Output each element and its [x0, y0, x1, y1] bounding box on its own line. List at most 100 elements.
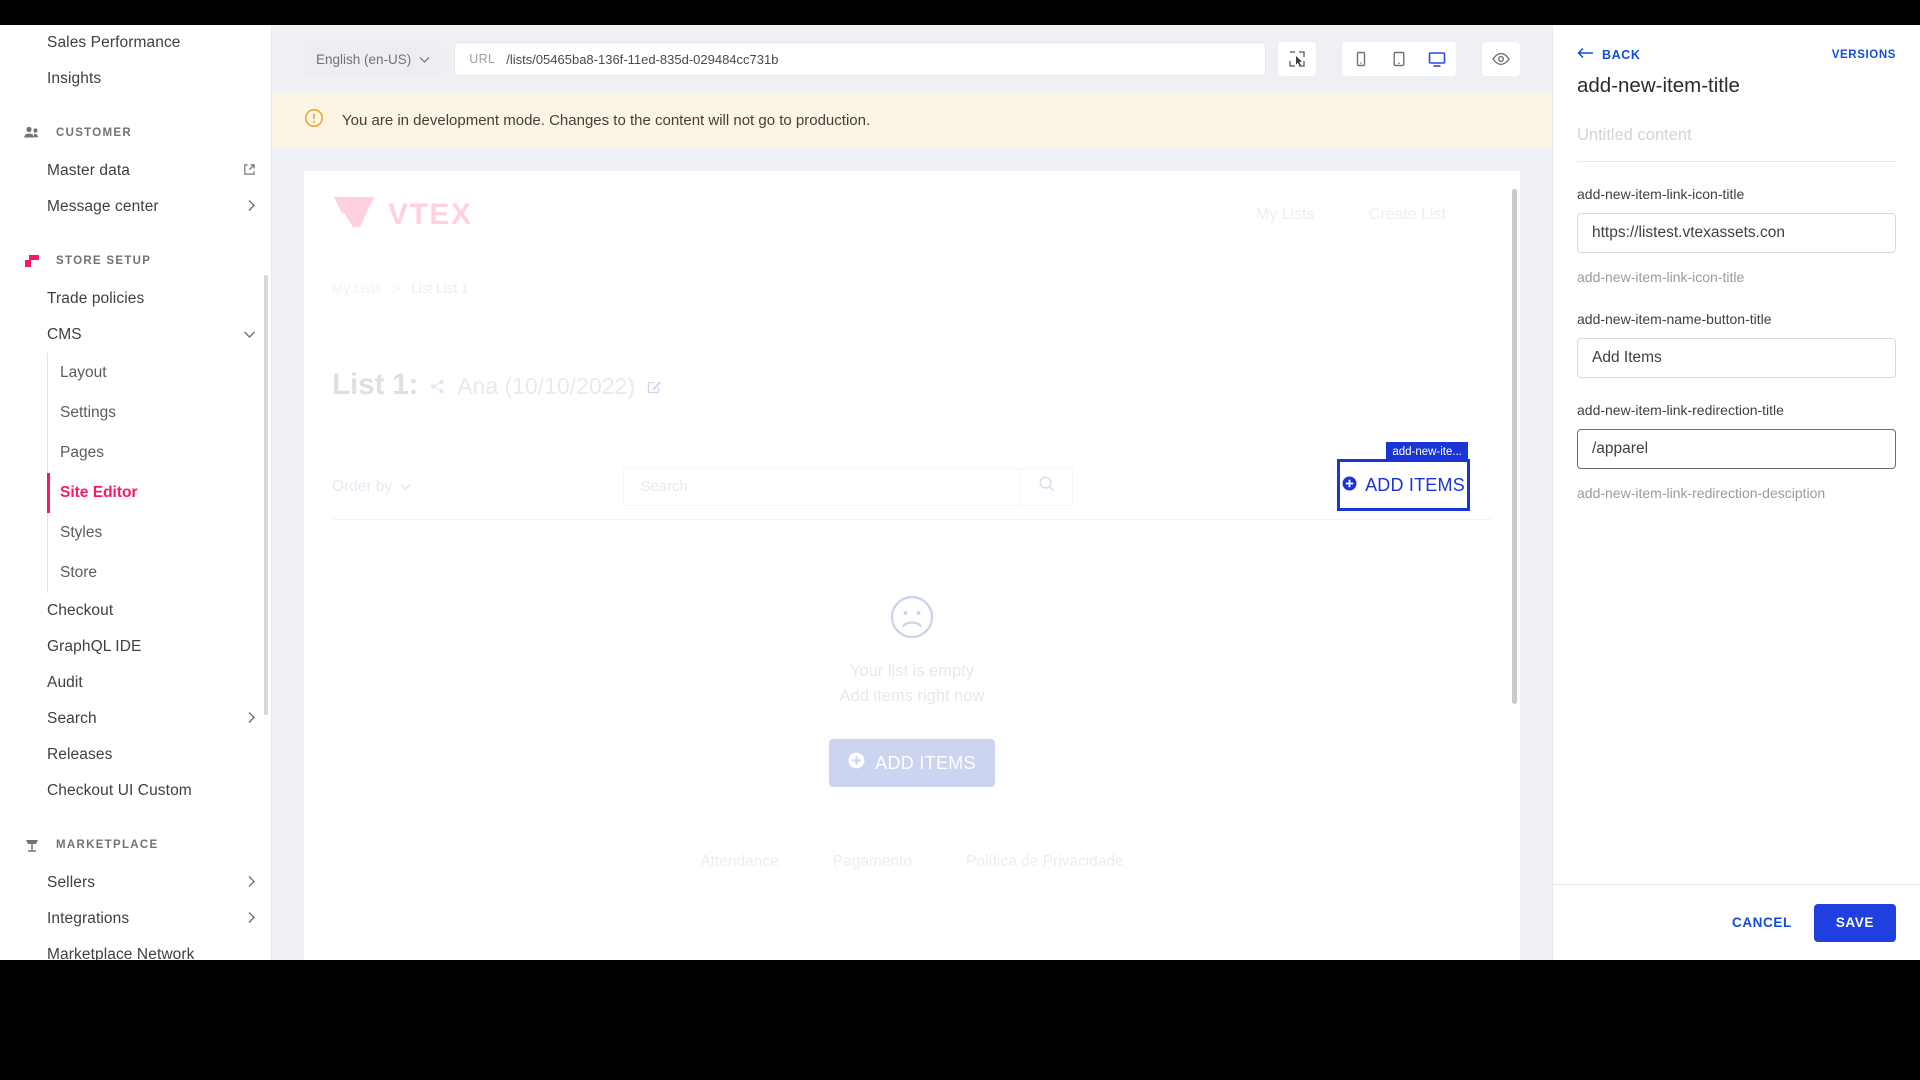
sidebar-item-label: Marketplace Network: [47, 946, 195, 960]
edit-pencil-icon[interactable]: [647, 379, 662, 399]
site-editor-canvas: English (en-US) URL /lists/05465ba8-136f…: [272, 25, 1552, 960]
desktop-icon[interactable]: [1418, 42, 1456, 76]
sidebar-item-cms[interactable]: CMS: [0, 317, 272, 353]
sidebar-subitem-label: Pages: [60, 444, 104, 461]
storefront-preview-wrapper: VTEX My Lists Create List My Lists > Lis…: [272, 147, 1552, 960]
sidebar-item-styles[interactable]: Styles: [0, 513, 272, 553]
sidebar-item-audit[interactable]: Audit: [0, 665, 272, 701]
content-name-placeholder[interactable]: Untitled content: [1577, 126, 1896, 162]
sidebar-item-label: Insights: [47, 70, 102, 87]
storefront-preview[interactable]: VTEX My Lists Create List My Lists > Lis…: [304, 171, 1520, 960]
sidebar-item-label: Search: [47, 710, 97, 727]
highlight-tag-label: add-new-ite...: [1386, 442, 1468, 462]
sidebar-item-pages[interactable]: Pages: [0, 433, 272, 473]
sidebar-item-label: Message center: [47, 198, 159, 215]
sidebar-item-sales-performance[interactable]: Sales Performance: [0, 25, 272, 61]
admin-sidebar[interactable]: Sales Performance Insights CUSTOMER Mast…: [0, 25, 272, 960]
sidebar-section-label: CUSTOMER: [56, 127, 132, 139]
field-link-icon-title: add-new-item-link-icon-title add-new-ite…: [1577, 184, 1896, 287]
warning-icon: [304, 108, 324, 133]
sidebar-item-master-data[interactable]: Master data: [0, 153, 272, 189]
list-owner: Ana (10/10/2022): [457, 373, 635, 399]
sidebar-item-label: CMS: [47, 326, 82, 343]
sidebar-item-trade-policies[interactable]: Trade policies: [0, 281, 272, 317]
footer-link-pagamento[interactable]: Pagamento: [833, 853, 912, 871]
sidebar-item-settings[interactable]: Settings: [0, 393, 272, 433]
sidebar-item-graphql-ide[interactable]: GraphQL IDE: [0, 629, 272, 665]
sidebar-section-label: MARKETPLACE: [56, 839, 159, 851]
app-root: Sales Performance Insights CUSTOMER Mast…: [0, 0, 1920, 1080]
sidebar-scrollbar[interactable]: [264, 275, 268, 715]
storefront-header: VTEX My Lists Create List: [304, 171, 1520, 259]
sidebar-item-integrations[interactable]: Integrations: [0, 901, 272, 937]
order-by-dropdown[interactable]: Order by: [332, 478, 411, 496]
sidebar-item-sellers[interactable]: Sellers: [0, 865, 272, 901]
sidebar-item-store[interactable]: Store: [0, 553, 272, 593]
url-field[interactable]: URL /lists/05465ba8-136f-11ed-835d-02948…: [454, 42, 1266, 76]
list-search[interactable]: [623, 467, 1074, 506]
sidebar-item-label: Audit: [47, 674, 83, 691]
breadcrumb-separator: >: [392, 281, 401, 296]
versions-button[interactable]: VERSIONS: [1832, 49, 1896, 61]
field-input-link-redirection-title[interactable]: [1577, 429, 1896, 469]
mobile-icon[interactable]: [1342, 42, 1380, 76]
marketplace-icon: [22, 835, 42, 855]
vtex-logo[interactable]: VTEX: [332, 194, 472, 237]
sidebar-item-insights[interactable]: Insights: [0, 61, 272, 97]
storefront-nav[interactable]: My Lists Create List: [1256, 206, 1492, 224]
share-icon[interactable]: [430, 379, 445, 399]
sidebar-section-marketplace: MARKETPLACE: [0, 825, 272, 865]
chevron-down-icon: [243, 328, 256, 342]
search-icon: [1038, 475, 1056, 498]
field-input-link-icon-title[interactable]: [1577, 213, 1896, 253]
sidebar-item-label: Sellers: [47, 874, 96, 891]
cancel-button[interactable]: CANCEL: [1732, 915, 1792, 930]
sidebar-item-checkout[interactable]: Checkout: [0, 593, 272, 629]
field-input-name-button-title[interactable]: [1577, 338, 1896, 378]
sidebar-item-message-center[interactable]: Message center: [0, 189, 272, 225]
nav-my-lists[interactable]: My Lists: [1256, 206, 1315, 224]
sidebar-subitem-label: Store: [60, 564, 98, 581]
preview-eye-icon[interactable]: [1482, 42, 1520, 76]
sidebar-item-label: Master data: [47, 162, 130, 179]
device-toggle-group[interactable]: [1342, 42, 1456, 76]
list-title-row: List 1: Ana (10/10/2022): [332, 296, 1492, 402]
footer-link-privacy[interactable]: Política de Privacidade: [966, 853, 1124, 871]
sidebar-subitem-label: Layout: [60, 364, 107, 381]
chevron-down-icon: [400, 478, 411, 496]
chevron-down-icon: [419, 52, 430, 67]
pointer-select-icon[interactable]: [1278, 42, 1316, 76]
panel-header: BACK VERSIONS add-new-item-title Untitle…: [1553, 25, 1920, 162]
sidebar-item-releases[interactable]: Releases: [0, 737, 272, 773]
tablet-icon[interactable]: [1380, 42, 1418, 76]
sidebar-item-site-editor[interactable]: Site Editor: [0, 473, 272, 513]
plus-circle-icon: [848, 752, 865, 774]
order-by-label: Order by: [332, 477, 393, 495]
breadcrumb-current: List List 1: [411, 281, 469, 296]
sidebar-item-marketplace-network[interactable]: Marketplace Network: [0, 937, 272, 960]
sidebar-item-label: Releases: [47, 746, 113, 763]
sidebar-item-layout[interactable]: Layout: [0, 353, 272, 393]
sidebar-subitem-label: Settings: [60, 404, 117, 421]
back-button[interactable]: BACK: [1577, 47, 1641, 62]
save-button[interactable]: SAVE: [1813, 903, 1896, 942]
nav-create-list[interactable]: Create List: [1369, 206, 1446, 224]
breadcrumb-root[interactable]: My Lists: [332, 281, 382, 296]
chevron-right-icon: [247, 199, 256, 215]
search-button[interactable]: [1020, 468, 1073, 505]
sidebar-subitem-label: Site Editor: [60, 484, 138, 501]
add-items-button[interactable]: ADD ITEMS: [829, 739, 995, 787]
add-items-highlight[interactable]: add-new-ite... ADD ITEMS: [1337, 442, 1470, 511]
url-value: /lists/05465ba8-136f-11ed-835d-029484cc7…: [506, 51, 779, 67]
footer-link-attendance[interactable]: Attendance: [700, 853, 778, 871]
panel-title: add-new-item-title: [1577, 74, 1740, 97]
sidebar-item-search[interactable]: Search: [0, 701, 272, 737]
sidebar-item-checkout-ui-custom[interactable]: Checkout UI Custom: [0, 773, 272, 809]
sidebar-item-label: Integrations: [47, 910, 130, 927]
add-items-button-highlighted[interactable]: add-new-ite... ADD ITEMS: [1337, 442, 1470, 511]
search-input[interactable]: [624, 468, 1021, 505]
list-title: List 1:: [332, 368, 419, 401]
language-select-value: English (en-US): [316, 51, 412, 67]
language-select[interactable]: English (en-US): [304, 42, 443, 76]
back-label: BACK: [1602, 47, 1641, 62]
